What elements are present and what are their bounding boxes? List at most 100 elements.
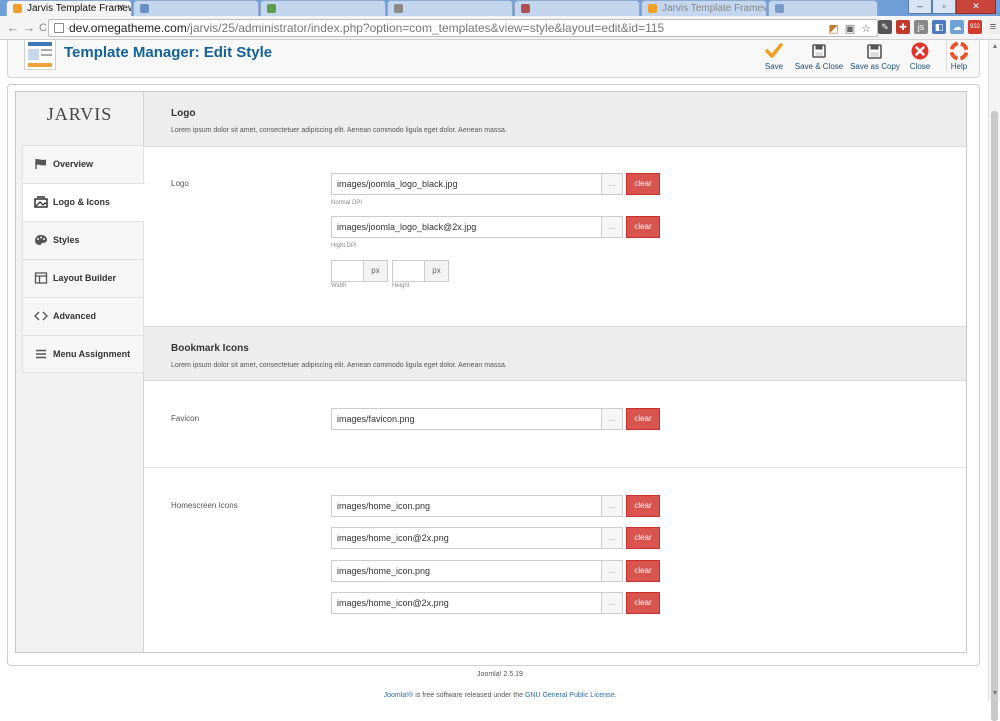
section-title: Bookmark Icons	[171, 343, 249, 354]
lifebuoy-icon	[947, 40, 971, 62]
help-button[interactable]: Help	[947, 40, 971, 74]
notifications-badge-icon[interactable]: 932	[968, 20, 982, 34]
extension-icon[interactable]: ◩	[828, 21, 838, 36]
page-scrollbar[interactable]: ▲ ▼	[988, 41, 1000, 721]
homescreen-icon-field: images/home_icon@2x.png ... clear	[331, 527, 660, 549]
minimize-button[interactable]: –	[908, 0, 932, 14]
omnibox-icons: ◩ ▣ ☆	[828, 21, 871, 36]
tab-favicon-icon	[267, 4, 276, 13]
browser-tab[interactable]	[387, 0, 513, 16]
page-action-icon[interactable]: ▣	[845, 21, 855, 36]
browse-button[interactable]: ...	[601, 527, 623, 549]
save-close-button[interactable]: Save & Close	[788, 40, 850, 74]
favicon-field: images/favicon.png ... clear	[331, 408, 660, 430]
scroll-down-icon[interactable]: ▼	[990, 689, 1000, 699]
browser-toolbar: ← → C dev.omegatheme.com/jarvis/25/admin…	[0, 16, 1000, 40]
clear-button[interactable]: clear	[626, 495, 660, 517]
browse-button[interactable]: ...	[601, 592, 623, 614]
window-controls: – ▫ ✕	[908, 0, 996, 14]
menu-icon[interactable]: ≡	[986, 20, 1000, 34]
browse-button[interactable]: ...	[601, 173, 623, 195]
bookmark-section-header: Bookmark Icons Lorem ipsum dolor sit ame…	[144, 326, 966, 381]
sidebar-item-logo-icons[interactable]: Logo & Icons	[22, 183, 151, 221]
floppy-disk-icon	[788, 40, 850, 62]
window-close-button[interactable]: ✕	[956, 0, 996, 14]
url-host: dev.omegatheme.com	[69, 21, 187, 35]
normal-dpi-hint: Normal DPI	[331, 200, 363, 206]
code-icon	[34, 311, 48, 321]
logo-height-field: px	[392, 260, 449, 282]
section-description: Lorem ipsum dolor sit amet, consectetuer…	[171, 127, 507, 134]
back-arrow-icon[interactable]: ←	[5, 20, 21, 36]
palette-icon	[35, 235, 47, 245]
logo-width-input[interactable]	[331, 260, 364, 282]
browse-button[interactable]: ...	[601, 560, 623, 582]
browser-tab[interactable]	[768, 0, 878, 16]
browser-tab[interactable]	[133, 0, 259, 16]
sidebar-item-menu-assignment[interactable]: Menu Assignment	[22, 335, 144, 373]
width-unit: px	[364, 260, 388, 282]
clear-button[interactable]: clear	[626, 216, 660, 238]
homescreen-icon-input[interactable]: images/home_icon.png	[331, 560, 601, 582]
browser-tab[interactable]	[514, 0, 640, 16]
browser-tab[interactable]: Jarvis Template Framewor	[641, 0, 767, 16]
tab-favicon-icon	[140, 4, 149, 13]
logo-section-header: Logo Lorem ipsum dolor sit amet, consect…	[144, 92, 966, 147]
sidebar-item-overview[interactable]: Overview	[22, 145, 144, 183]
footer-text-end: .	[614, 692, 617, 699]
close-tab-icon[interactable]: ✕	[117, 1, 125, 16]
clear-button[interactable]: clear	[626, 173, 660, 195]
scrollbar-thumb[interactable]	[991, 111, 998, 721]
section-title: Logo	[171, 108, 196, 119]
layout-icon	[34, 272, 48, 284]
jarvis-brand: JARVIS	[46, 104, 113, 124]
browser-tab[interactable]: Jarvis Template Framewor ✕	[6, 0, 132, 16]
homescreen-icon-input[interactable]: images/home_icon@2x.png	[331, 592, 601, 614]
logo-label: Logo	[171, 179, 189, 188]
sidebar-item-advanced[interactable]: Advanced	[22, 297, 144, 335]
url-path: /jarvis/25/administrator/index.php?optio…	[186, 21, 665, 35]
clear-button[interactable]: clear	[626, 592, 660, 614]
list-icon	[36, 349, 46, 359]
clear-button[interactable]: clear	[626, 408, 660, 430]
scroll-up-icon[interactable]: ▲	[990, 42, 1000, 52]
bookmark-star-icon[interactable]: ☆	[861, 21, 871, 36]
image-icon	[34, 196, 48, 208]
extension-blue-icon[interactable]: ◧	[932, 20, 946, 34]
browser-tab[interactable]	[260, 0, 386, 16]
browse-button[interactable]: ...	[601, 495, 623, 517]
sidebar-item-layout-builder[interactable]: Layout Builder	[22, 259, 144, 297]
logo-height-input[interactable]	[392, 260, 425, 282]
homescreen-icons-label: Homescreen Icons	[171, 501, 238, 510]
homescreen-icon-input[interactable]: images/home_icon.png	[331, 495, 601, 517]
maximize-button[interactable]: ▫	[932, 0, 956, 14]
homescreen-icon-field: images/home_icon.png ... clear	[331, 495, 660, 517]
jarvis-panel: JARVIS Overview Logo & Icons Styles Layo…	[15, 91, 967, 653]
extension-red-icon[interactable]: ✚	[896, 20, 910, 34]
template-manager-icon	[24, 40, 56, 70]
extension-cloud-icon[interactable]: ☁	[950, 20, 964, 34]
favicon-input[interactable]: images/favicon.png	[331, 408, 601, 430]
gpl-license-link[interactable]: GNU General Public License	[525, 692, 615, 699]
logo-high-dpi-input[interactable]: images/joomla_logo_black@2x.jpg	[331, 216, 601, 238]
joomla-link[interactable]: Joomla!®	[384, 692, 414, 699]
joomla-favicon-icon	[13, 4, 22, 13]
page-title: Template Manager: Edit Style	[64, 44, 273, 61]
sidebar-item-styles[interactable]: Styles	[22, 221, 144, 259]
browse-button[interactable]: ...	[601, 408, 623, 430]
clear-button[interactable]: clear	[626, 560, 660, 582]
homescreen-icon-input[interactable]: images/home_icon@2x.png	[331, 527, 601, 549]
close-button[interactable]: Close	[894, 40, 946, 74]
browse-button[interactable]: ...	[601, 216, 623, 238]
flag-icon	[35, 159, 46, 169]
divider	[144, 467, 966, 468]
height-hint: Height	[392, 283, 410, 289]
clear-button[interactable]: clear	[626, 527, 660, 549]
sidebar-item-label: Styles	[53, 235, 80, 245]
address-bar[interactable]: dev.omegatheme.com/jarvis/25/administrat…	[48, 19, 878, 37]
extension-js-icon[interactable]: js	[914, 20, 928, 34]
eyedropper-icon[interactable]: ✎	[878, 20, 892, 34]
homescreen-icon-field: images/home_icon.png ... clear	[331, 560, 660, 582]
sidebar-item-label: Layout Builder	[53, 273, 117, 283]
logo-normal-dpi-input[interactable]: images/joomla_logo_black.jpg	[331, 173, 601, 195]
